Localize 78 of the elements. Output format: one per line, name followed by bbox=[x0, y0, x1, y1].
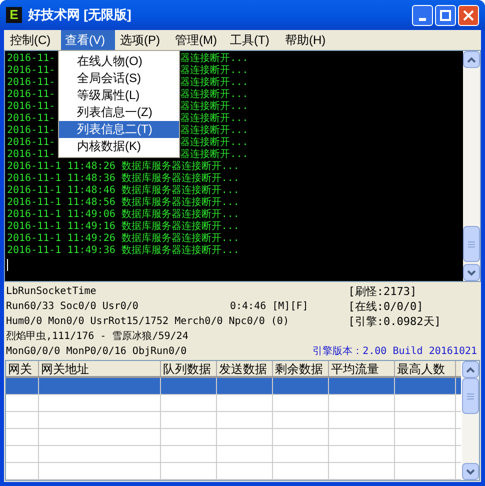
log-line: 2016-11-1 11:49:16 数据库服务器连接断开... bbox=[7, 221, 240, 232]
menu-item[interactable]: 控制(C) bbox=[6, 30, 60, 50]
stat-text: [刷怪:2173] bbox=[347, 284, 418, 299]
menu-item[interactable]: 管理(M) bbox=[171, 30, 225, 50]
status-text: MonG0/0/0 MonP0/0/16 ObjRun0/0 bbox=[6, 345, 187, 359]
log-line: 2016-11-1 11:49:26 数据库服务器连接断开... bbox=[7, 233, 240, 244]
window-title: 好技术网 [无限版] bbox=[28, 6, 132, 24]
close-button[interactable] bbox=[458, 4, 479, 26]
dropdown-item[interactable]: 全局会话(S) bbox=[59, 70, 179, 87]
log-line: 2016-11-1 11:48:36 数据库服务器连接断开... bbox=[7, 173, 240, 184]
log-line: 器连接断开... bbox=[180, 53, 248, 64]
log-line: 器连接断开... bbox=[180, 65, 248, 76]
log-line: 器连接断开... bbox=[180, 101, 248, 112]
log-line: 器连接断开... bbox=[180, 125, 248, 136]
column-header[interactable]: 网关地址 bbox=[39, 361, 161, 376]
log-line: 器连接断开... bbox=[180, 77, 248, 88]
dropdown-item[interactable]: 等级属性(L) bbox=[59, 87, 179, 104]
log-line: 器连接断开... bbox=[180, 137, 248, 148]
table-row[interactable] bbox=[6, 412, 461, 429]
close-icon bbox=[463, 10, 474, 20]
log-line: 2016-11-1 11:49:06 数据库服务器连接断开... bbox=[7, 209, 240, 220]
log-line: 2016-11- bbox=[7, 113, 56, 125]
menu-item[interactable]: 帮助(H) bbox=[281, 30, 335, 50]
column-header[interactable]: 发送数据 bbox=[217, 361, 273, 376]
scrollbar[interactable] bbox=[463, 51, 480, 281]
table-row[interactable] bbox=[6, 395, 461, 412]
scroll-up-button[interactable] bbox=[462, 361, 479, 378]
dropdown-item[interactable]: 列表信息一(Z) bbox=[59, 104, 179, 121]
column-header[interactable]: 剩余数据 bbox=[273, 361, 329, 376]
status-text: LbRunSocketTime bbox=[6, 285, 96, 299]
version-text: 引擎版本：2.00 Build 20161021 bbox=[312, 344, 477, 359]
menu-item[interactable]: 查看(V) bbox=[61, 30, 115, 50]
column-header[interactable]: 最高人数 bbox=[395, 361, 456, 376]
menu-item[interactable]: 工具(T) bbox=[226, 30, 280, 50]
log-line: 2016-11- bbox=[7, 125, 56, 137]
scroll-up-button[interactable] bbox=[463, 51, 480, 68]
maximize-icon bbox=[440, 10, 451, 20]
column-header[interactable]: 队列数据 bbox=[161, 361, 217, 376]
status-text: 烈焰甲虫,111/176 - 雪原冰狼/59/24 bbox=[6, 330, 188, 344]
minimize-button[interactable] bbox=[412, 4, 433, 26]
scroll-down-button[interactable] bbox=[462, 463, 479, 480]
log-line: 2016-11- bbox=[7, 53, 56, 65]
scroll-down-button[interactable] bbox=[463, 264, 480, 281]
status-text: Run60/33 Soc0/0 Usr0/0 bbox=[6, 300, 140, 314]
app-logo: E bbox=[6, 7, 22, 23]
log-line: 2016-11-1 11:48:46 数据库服务器连接断开... bbox=[7, 185, 240, 196]
log-line: 器连接断开... bbox=[180, 113, 248, 124]
minimize-icon bbox=[419, 18, 426, 20]
log-line: 2016-11- bbox=[7, 101, 56, 113]
maximize-button[interactable] bbox=[435, 4, 456, 26]
column-header[interactable]: 网关 bbox=[6, 361, 39, 376]
log-line: 2016-11-1 11:49:36 数据库服务器连接断开... bbox=[7, 245, 240, 257]
scrollbar-thumb[interactable] bbox=[462, 378, 479, 414]
text-cursor bbox=[7, 259, 8, 271]
log-line: 2016-11- bbox=[7, 89, 56, 101]
log-line: 2016-11-1 11:48:26 数据库服务器连接断开... bbox=[7, 161, 240, 172]
scrollbar-thumb[interactable] bbox=[463, 226, 480, 262]
status-text: 0:4:46 [M][F] bbox=[230, 300, 308, 314]
table-row[interactable] bbox=[6, 429, 461, 446]
dropdown-item[interactable]: 内核数据(K) bbox=[59, 138, 179, 155]
scrollbar[interactable] bbox=[462, 361, 479, 480]
log-line: 2016-11- bbox=[7, 137, 56, 149]
grip-icon bbox=[467, 392, 474, 400]
log-line: 2016-11- bbox=[7, 149, 56, 161]
log-line: 器连接断开... bbox=[180, 89, 248, 100]
table-row[interactable] bbox=[6, 378, 461, 395]
stat-text: [引擎:0.0982天] bbox=[347, 314, 442, 329]
column-header[interactable]: 平均流量 bbox=[329, 361, 395, 376]
log-line: 2016-11- bbox=[7, 77, 56, 89]
stat-text: [在线:0/0/0] bbox=[347, 299, 424, 314]
dropdown-item[interactable]: 列表信息二(T) bbox=[59, 121, 179, 138]
log-line: 器连接断开... bbox=[180, 149, 248, 160]
grip-icon bbox=[468, 240, 475, 248]
menu-item[interactable]: 选项(P) bbox=[116, 30, 170, 50]
status-text: Hum0/0 Mon0/0 UsrRot15/1752 Merch0/0 Npc0/0 (0) bbox=[6, 315, 289, 329]
log-line: 2016-11- bbox=[7, 65, 56, 77]
log-line: 2016-11-1 11:48:56 数据库服务器连接断开... bbox=[7, 197, 240, 208]
dropdown-item[interactable]: 在线人物(O) bbox=[59, 53, 179, 70]
